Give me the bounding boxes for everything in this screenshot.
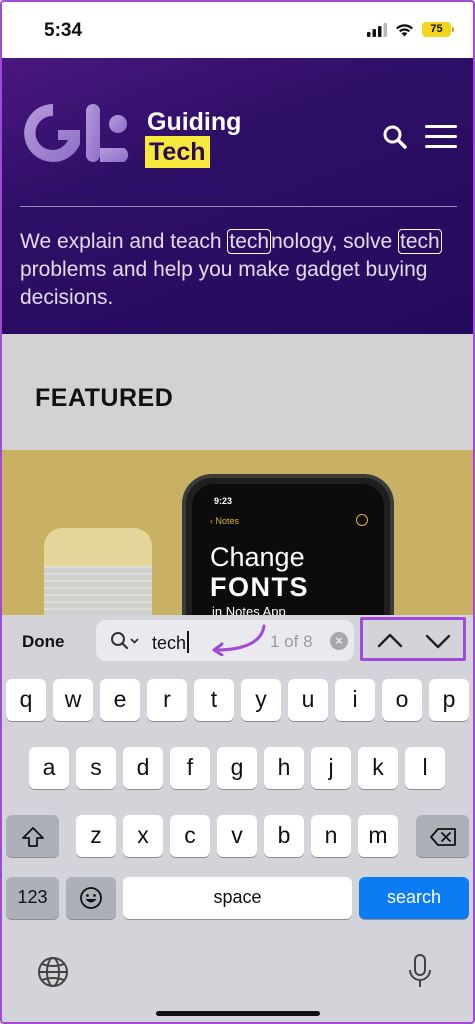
delete-key[interactable] [416, 815, 469, 857]
phone-illustration: 9:23 ‹ Notes Change FONTS in Notes App [182, 474, 394, 615]
key-g[interactable]: g [217, 747, 257, 789]
key-o[interactable]: o [382, 679, 422, 721]
space-key[interactable]: space [123, 877, 352, 919]
search-icon[interactable] [382, 124, 408, 150]
onscreen-keyboard: q w e r t y u i o p a s d f g h j k l z … [2, 669, 473, 1022]
key-m[interactable]: m [358, 815, 398, 857]
hamburger-menu-icon[interactable] [425, 125, 457, 155]
shift-key[interactable] [6, 815, 59, 857]
battery-indicator: 75 [422, 22, 454, 37]
key-c[interactable]: c [170, 815, 210, 857]
key-f[interactable]: f [170, 747, 210, 789]
find-on-page-bar: Done tech 1 of 8 × [2, 615, 473, 669]
featured-article-image[interactable]: 9:23 ‹ Notes Change FONTS in Notes App [2, 450, 473, 615]
emoji-smiley-icon [80, 887, 102, 909]
key-k[interactable]: k [358, 747, 398, 789]
text-cursor [187, 631, 190, 653]
site-header: Guiding Tech We explain and teach techno… [2, 58, 473, 334]
shift-arrow-icon [21, 827, 44, 847]
key-i[interactable]: i [335, 679, 375, 721]
status-time: 5:34 [44, 20, 83, 41]
backspace-icon [429, 828, 456, 846]
microphone-icon[interactable] [407, 953, 433, 991]
previous-match-chevron-up-icon[interactable] [375, 630, 405, 652]
status-icons: 75 [367, 22, 454, 37]
key-b[interactable]: b [264, 815, 304, 857]
key-n[interactable]: n [311, 815, 351, 857]
key-y[interactable]: y [241, 679, 281, 721]
search-options-icon[interactable] [110, 631, 142, 651]
match-count: 1 of 8 [270, 632, 313, 651]
feature-headline-line2: FONTS [210, 572, 309, 602]
search-match-highlight: tech [397, 229, 442, 254]
key-t[interactable]: t [194, 679, 234, 721]
done-button[interactable]: Done [22, 632, 65, 652]
tagline-text: We explain and teach [20, 230, 228, 253]
key-h[interactable]: h [264, 747, 304, 789]
globe-icon[interactable] [36, 955, 70, 989]
brand-name-line1[interactable]: Guiding [147, 108, 241, 137]
notes-app-icon [44, 528, 152, 615]
header-divider [20, 206, 457, 207]
site-tagline: We explain and teach technology, solve t… [20, 228, 460, 312]
key-x[interactable]: x [123, 815, 163, 857]
key-v[interactable]: v [217, 815, 257, 857]
status-bar: 5:34 75 [0, 0, 475, 58]
cellular-signal-icon [367, 22, 387, 37]
brand-name-line2[interactable]: Tech [145, 136, 210, 168]
key-p[interactable]: p [429, 679, 469, 721]
home-indicator [156, 1011, 320, 1016]
phone-back-label: Notes [215, 516, 240, 526]
key-z[interactable]: z [76, 815, 116, 857]
clear-icon[interactable]: × [330, 632, 348, 650]
key-w[interactable]: w [53, 679, 93, 721]
tagline-text: nology, solve [271, 230, 398, 253]
numbers-key[interactable]: 123 [6, 877, 59, 919]
key-e[interactable]: e [100, 679, 140, 721]
key-q[interactable]: q [6, 679, 46, 721]
tagline-text: problems and help you make gadget buying… [20, 258, 428, 309]
feature-headline-line1: Change [210, 542, 305, 572]
key-j[interactable]: j [311, 747, 351, 789]
search-match-highlight: tech [227, 229, 272, 254]
annotation-arrow-icon [212, 624, 266, 656]
featured-section: FEATURED [2, 334, 473, 450]
wifi-icon [396, 23, 413, 36]
match-navigation-highlight [360, 617, 466, 661]
featured-heading: FEATURED [35, 384, 174, 412]
key-l[interactable]: l [405, 747, 445, 789]
key-a[interactable]: a [29, 747, 69, 789]
find-input[interactable]: tech 1 of 8 × [96, 620, 354, 661]
key-s[interactable]: s [76, 747, 116, 789]
phone-time: 9:23 [214, 496, 233, 506]
guiding-tech-logo-icon[interactable] [20, 100, 136, 166]
emoji-key[interactable] [66, 877, 116, 919]
key-r[interactable]: r [147, 679, 187, 721]
key-d[interactable]: d [123, 747, 163, 789]
find-query: tech [152, 631, 190, 654]
find-query-text: tech [152, 633, 187, 653]
phone-notes-back: ‹ Notes [210, 516, 240, 526]
key-u[interactable]: u [288, 679, 328, 721]
search-key[interactable]: search [359, 877, 469, 919]
more-options-icon [356, 514, 368, 526]
feature-headline-line3: in Notes App [212, 604, 286, 615]
next-match-chevron-down-icon[interactable] [423, 630, 453, 652]
